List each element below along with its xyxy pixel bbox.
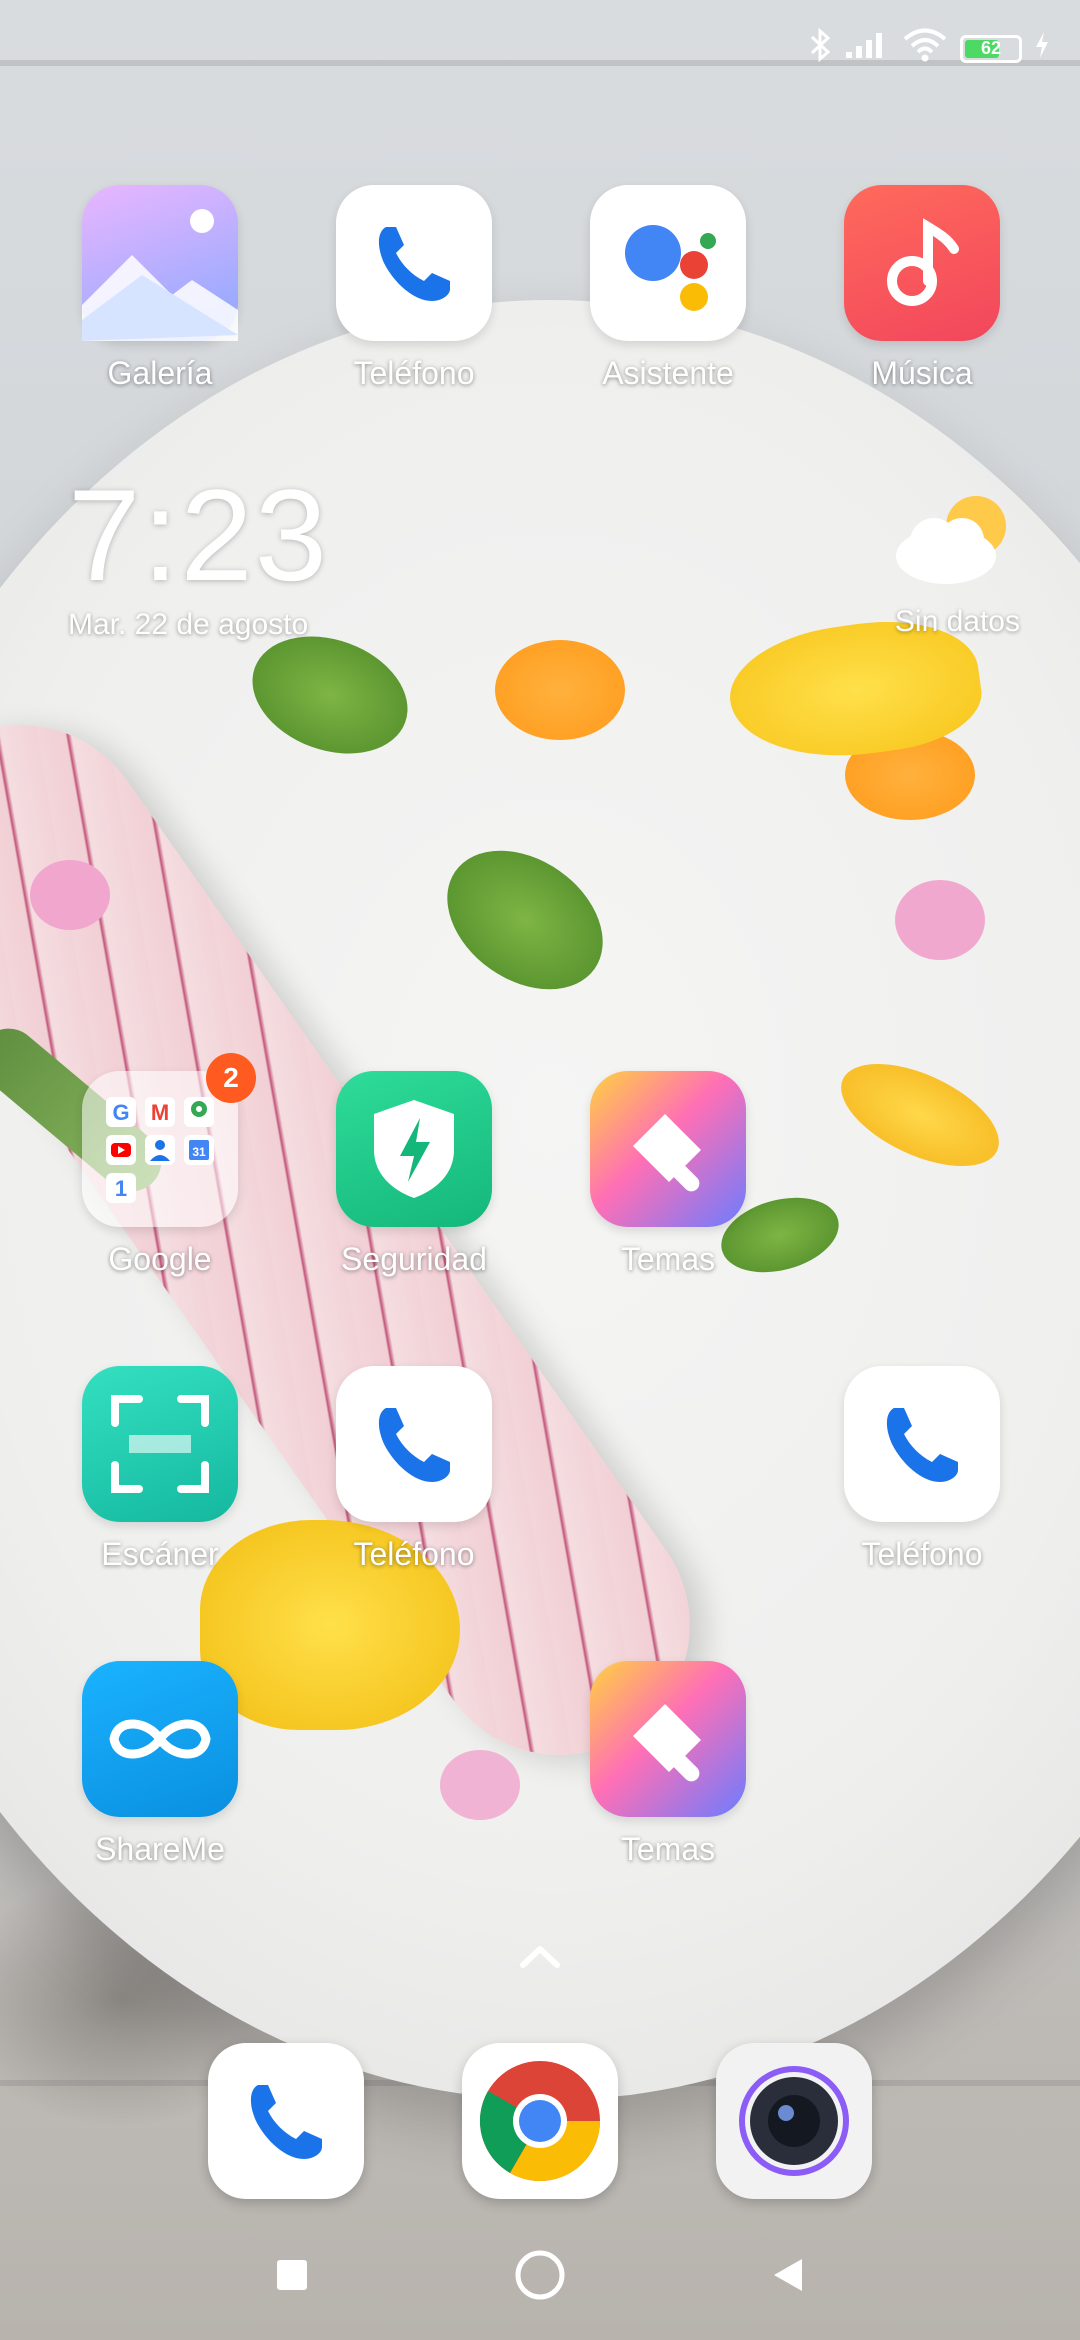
recents-button[interactable] [262, 2245, 322, 2305]
app-telefono[interactable]: Teléfono [822, 1366, 1022, 1573]
navigation-bar [0, 2200, 1080, 2340]
back-button[interactable] [758, 2245, 818, 2305]
folder-google[interactable]: G M 31 1 2 Google [60, 1053, 260, 1278]
app-asistente[interactable]: Asistente [568, 185, 768, 392]
phone-icon [844, 1366, 1000, 1522]
app-label: Temas [620, 1831, 716, 1867]
status-bar: 62 [0, 0, 1080, 100]
scanner-icon [82, 1366, 238, 1522]
app-label: Teléfono [861, 1536, 983, 1572]
app-label: Temas [620, 1241, 716, 1277]
svg-text:1: 1 [115, 1176, 127, 1201]
app-label: ShareMe [95, 1831, 225, 1867]
gallery-icon [82, 185, 238, 341]
clock-time: 7:23 [68, 462, 330, 608]
app-temas[interactable]: Temas [568, 1071, 768, 1278]
battery-level: 62 [980, 38, 1002, 58]
camera-icon [716, 2043, 872, 2199]
chrome-icon [462, 2043, 618, 2199]
phone-icon [336, 185, 492, 341]
pink-flower [440, 1750, 520, 1820]
app-temas[interactable]: Temas [568, 1661, 768, 1868]
pink-flower [895, 880, 985, 960]
clock-widget[interactable]: 7:23 Mar. 22 de agosto [68, 470, 329, 642]
bluetooth-icon [808, 27, 832, 69]
app-escaner[interactable]: Escáner [60, 1366, 260, 1573]
app-shareme[interactable]: ShareMe [60, 1661, 260, 1868]
notification-badge: 2 [206, 1053, 256, 1103]
pink-flower [30, 860, 110, 930]
svg-text:31: 31 [192, 1145, 206, 1159]
charging-icon [1034, 30, 1050, 67]
clock-date: Mar. 22 de agosto [68, 608, 309, 641]
partly-cloudy-icon [890, 490, 1020, 595]
app-drawer-arrow-icon[interactable] [515, 1935, 565, 1975]
app-telefono[interactable]: Teléfono [314, 1366, 514, 1573]
app-label: Teléfono [353, 355, 475, 391]
dock-phone[interactable] [186, 2043, 386, 2199]
app-label: Escáner [101, 1536, 219, 1572]
app-label: Seguridad [341, 1241, 487, 1277]
app-seguridad[interactable]: Seguridad [314, 1071, 514, 1278]
svg-text:G: G [112, 1100, 129, 1125]
app-galeria[interactable]: Galería [60, 185, 260, 392]
themes-icon [590, 1071, 746, 1227]
app-label: Galería [107, 355, 213, 391]
orange-sauce [495, 640, 625, 740]
home-button[interactable] [510, 2245, 570, 2305]
weather-label: Sin datos [894, 605, 1020, 638]
app-label: Teléfono [353, 1536, 475, 1572]
music-icon [844, 185, 1000, 341]
app-label: Música [871, 355, 973, 391]
app-musica[interactable]: Música [822, 185, 1022, 392]
svg-text:M: M [151, 1100, 169, 1125]
app-telefono[interactable]: Teléfono [314, 185, 514, 392]
signal-icon [844, 30, 890, 67]
app-label: Google [108, 1241, 212, 1277]
themes-icon [590, 1661, 746, 1817]
app-label: Asistente [602, 355, 734, 391]
assistant-icon [590, 185, 746, 341]
phone-icon [336, 1366, 492, 1522]
dock-chrome[interactable] [440, 2043, 640, 2199]
shareme-icon [82, 1661, 238, 1817]
dock-camera[interactable] [694, 2043, 894, 2199]
weather-widget[interactable]: Sin datos [890, 490, 1020, 639]
battery-icon: 62 [960, 34, 1022, 63]
phone-icon [208, 2043, 364, 2199]
folder-icon: G M 31 1 2 [82, 1053, 256, 1227]
security-icon [336, 1071, 492, 1227]
wifi-icon [902, 28, 948, 69]
